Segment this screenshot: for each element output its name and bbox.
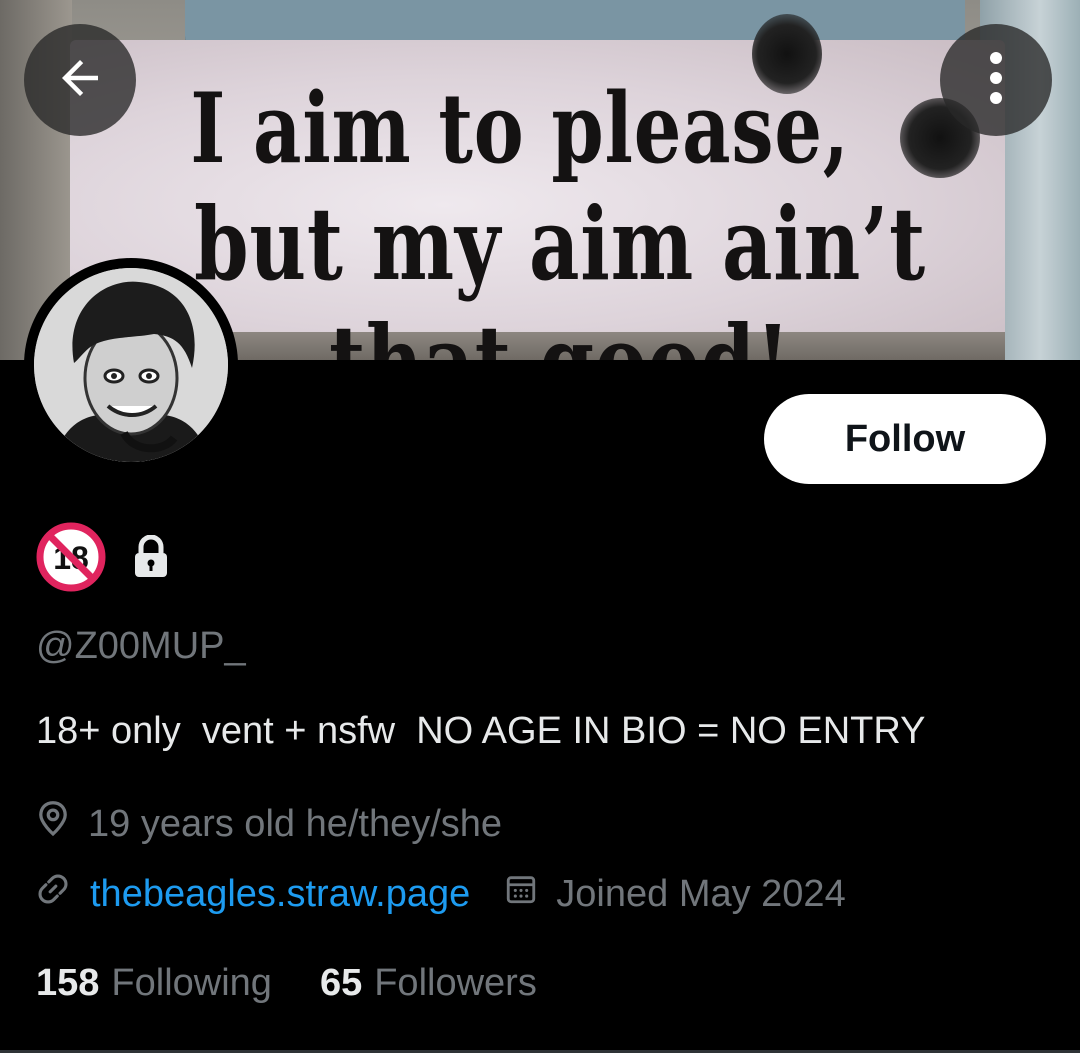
no-under-18-icon: 18 bbox=[36, 522, 106, 597]
link-icon bbox=[36, 872, 70, 916]
location-text: 19 years old he/they/she bbox=[88, 802, 503, 845]
banner-sign-text-line-2: but my aim ain’t that good! bbox=[194, 185, 926, 360]
avatar[interactable] bbox=[34, 268, 228, 462]
following-stat[interactable]: 158 Following bbox=[36, 962, 272, 1005]
location-pin-icon bbox=[36, 800, 70, 848]
joined-date: Joined May 2024 bbox=[556, 872, 846, 915]
profile-bio: 18+ only vent + nsfw NO AGE IN BIO = NO … bbox=[36, 710, 926, 752]
profile-handle: @Z00MUP_ bbox=[36, 625, 246, 667]
followers-count: 65 bbox=[319, 962, 363, 1004]
banner-sign-text-line-1: I aim to please, bbox=[190, 72, 850, 185]
profile-location: 19 years old he/they/she bbox=[36, 800, 502, 848]
lock-icon bbox=[132, 534, 170, 584]
avatar-border[interactable] bbox=[24, 258, 238, 472]
profile-badges: 18 bbox=[36, 522, 170, 597]
calendar-icon bbox=[504, 872, 538, 916]
website-link[interactable]: thebeagles.straw.page bbox=[90, 873, 470, 916]
arrow-left-icon bbox=[53, 51, 107, 110]
more-options-button[interactable] bbox=[940, 24, 1052, 136]
following-label: Following bbox=[111, 962, 272, 1004]
more-vertical-icon bbox=[986, 50, 1006, 111]
follow-button[interactable]: Follow bbox=[764, 394, 1046, 484]
profile-link-row: thebeagles.straw.page Joined May 2024 bbox=[36, 872, 846, 916]
followers-label: Followers bbox=[374, 962, 537, 1004]
following-count: 158 bbox=[36, 962, 100, 1004]
profile-stats: 158 Following 65 Followers bbox=[36, 962, 537, 1005]
followers-stat[interactable]: 65 Followers bbox=[320, 962, 537, 1005]
back-button[interactable] bbox=[24, 24, 136, 136]
